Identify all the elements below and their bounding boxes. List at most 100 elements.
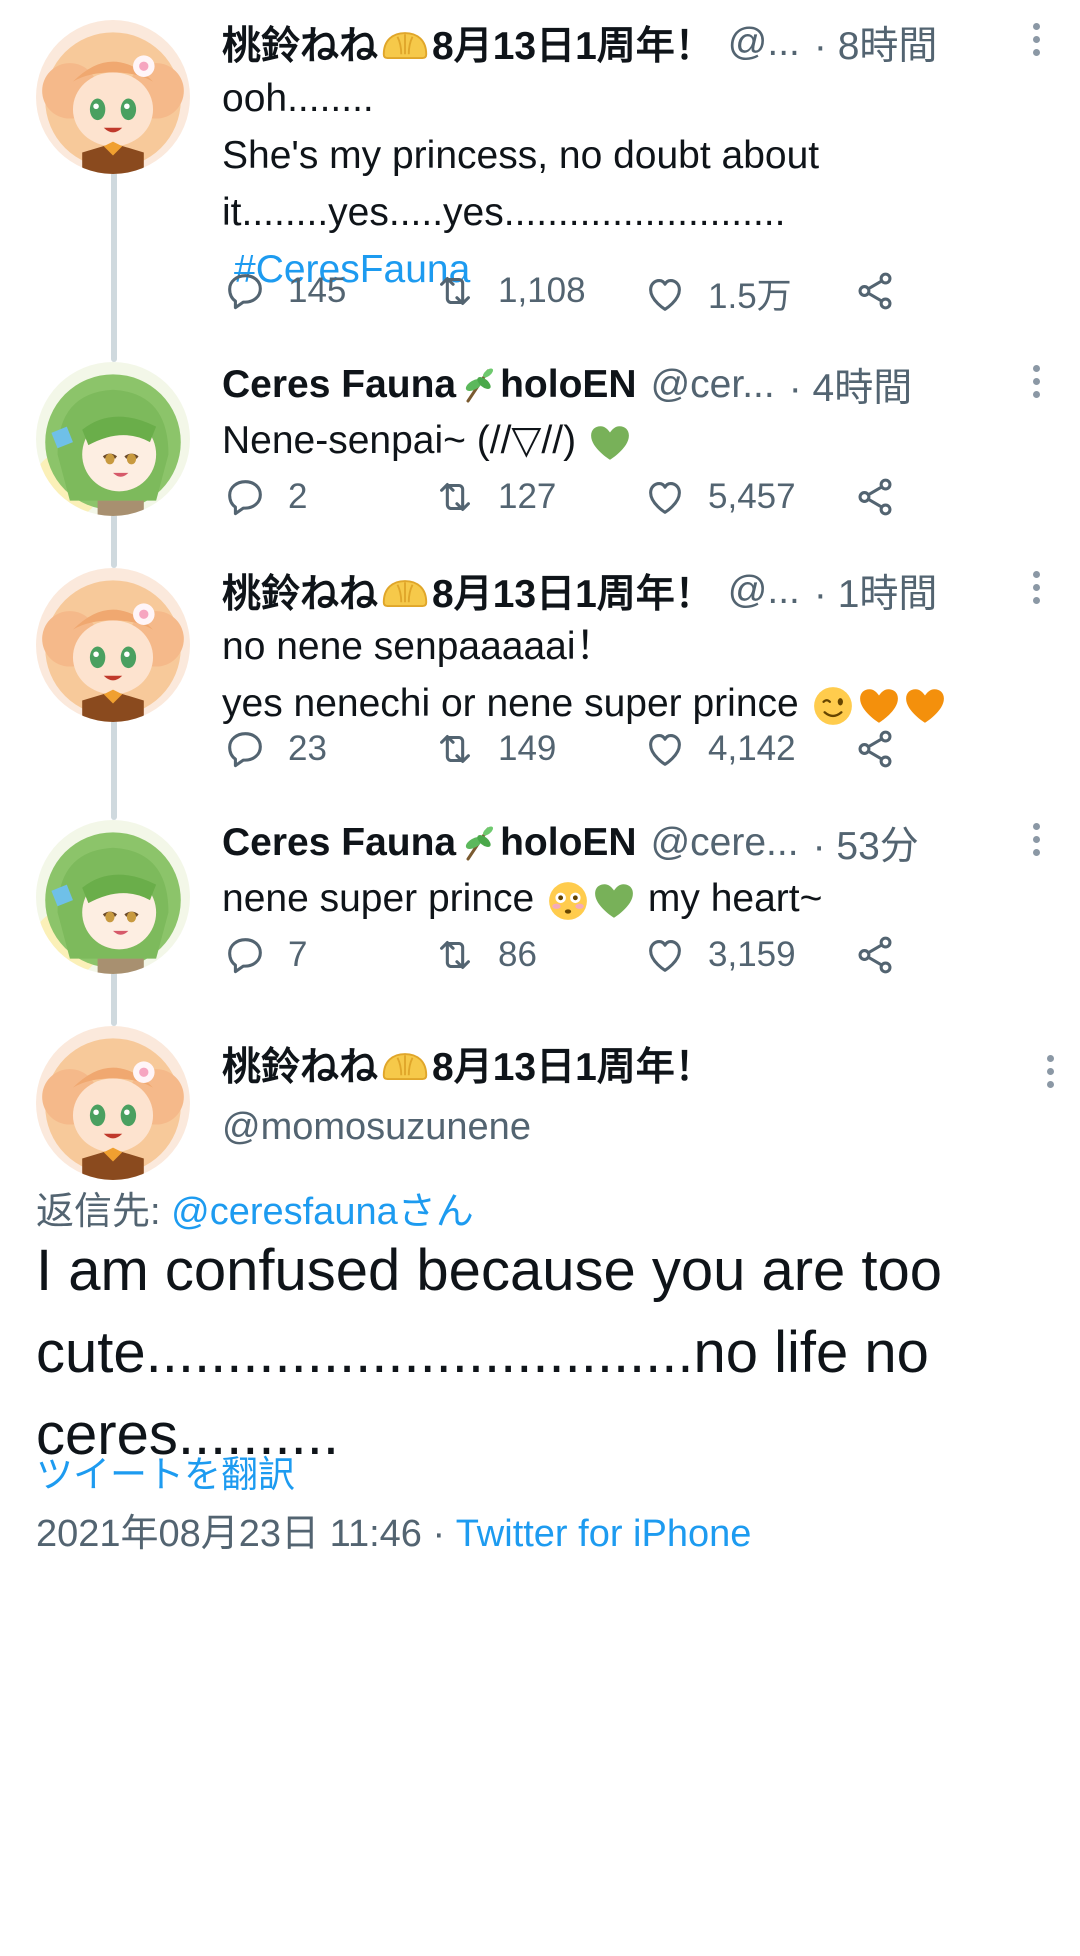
tweet-text: yes nenechi or nene super prince <box>222 682 799 725</box>
translate-link[interactable]: ツイートを翻訳 <box>36 1444 295 1498</box>
author-name[interactable]: Ceres Fauna <box>222 821 456 865</box>
reply-button[interactable]: 23 <box>222 726 327 772</box>
reply-icon <box>222 726 268 772</box>
sprout-emoji <box>458 823 498 863</box>
retweet-button[interactable]: 149 <box>432 726 556 772</box>
tweet-line: yes nenechi or nene super prince <box>222 675 1042 732</box>
author-handle[interactable]: @... <box>728 21 800 65</box>
retweet-icon <box>432 268 478 314</box>
avatar-nene[interactable] <box>36 1026 190 1180</box>
author-badge[interactable]: holoEN <box>500 363 636 407</box>
flushed-emoji <box>547 880 589 922</box>
like-button[interactable]: 4,142 <box>642 726 796 772</box>
reply-button[interactable]: 2 <box>222 474 307 520</box>
tweet-body: Nene-senpai~ (//▽//) <box>222 412 1042 469</box>
tweet-3[interactable]: 桃鈴ねね 8月13日1周年！ @... · 1時間 no nene senpaa… <box>222 564 1042 732</box>
reply-prefix: 返信先: <box>36 1191 161 1233</box>
retweet-button[interactable]: 1,108 <box>432 268 586 314</box>
orange-heart-emoji <box>904 687 946 725</box>
tweet-2[interactable]: Ceres Fauna holoEN @cer... · 4時間 Nene-se… <box>222 358 1042 469</box>
tweet-1[interactable]: 桃鈴ねね 8月13日1周年！ @... · 8時間 ooh........ Sh… <box>222 16 1042 298</box>
like-button[interactable]: 5,457 <box>642 474 796 520</box>
like-icon <box>642 726 688 772</box>
sprout-emoji <box>458 365 498 405</box>
reply-mention-link[interactable]: @ceresfaunaさん <box>171 1191 474 1233</box>
thread-connector-1 <box>111 156 117 362</box>
like-button[interactable]: 3,159 <box>642 932 796 978</box>
tweet-body: nene super prince my heart~ <box>222 870 1042 927</box>
more-icon[interactable] <box>1026 360 1046 410</box>
main-tweet-header: 桃鈴ねね 8月13日1周年！ @momosuzunene <box>222 1036 714 1149</box>
more-icon[interactable] <box>1026 18 1046 68</box>
author-handle[interactable]: @... <box>728 569 800 613</box>
retweet-button[interactable]: 127 <box>432 474 556 520</box>
author-name[interactable]: 桃鈴ねね <box>222 1036 378 1092</box>
author-badge[interactable]: 8月13日1周年！ <box>432 563 714 619</box>
share-icon <box>852 268 898 314</box>
green-heart-emoji <box>593 882 635 920</box>
orange-heart-emoji <box>858 687 900 725</box>
nikuman-emoji <box>380 572 430 610</box>
like-button[interactable]: 1.5万 <box>642 268 792 319</box>
main-tweet-text: I am confused because you are too cute..… <box>36 1238 943 1467</box>
share-button[interactable] <box>852 474 898 520</box>
author-badge[interactable]: 8月13日1周年！ <box>432 15 714 71</box>
tweet-body: ooh........ She's my princess, no doubt … <box>222 70 1042 298</box>
tweet-datetime[interactable]: 2021年08月23日 11:46 · <box>36 1513 445 1555</box>
reply-button[interactable]: 145 <box>222 268 346 314</box>
like-count: 5,457 <box>708 477 796 516</box>
author-name[interactable]: 桃鈴ねね <box>222 563 378 619</box>
tweet-source-link[interactable]: Twitter for iPhone <box>456 1513 752 1555</box>
tweet-4[interactable]: Ceres Fauna holoEN @cere... · 53分 nene s… <box>222 816 1042 927</box>
share-icon <box>852 474 898 520</box>
retweet-icon <box>432 932 478 978</box>
share-button[interactable] <box>852 726 898 772</box>
author-name[interactable]: Ceres Fauna <box>222 363 456 407</box>
tweet-line: it........yes.....yes...................… <box>222 191 786 234</box>
retweet-icon <box>432 474 478 520</box>
author-handle[interactable]: @cere... <box>651 821 799 865</box>
share-icon <box>852 932 898 978</box>
reply-count: 2 <box>288 477 308 516</box>
more-icon[interactable] <box>1026 566 1046 616</box>
timestamp[interactable]: · 8時間 <box>814 15 938 71</box>
retweet-count: 86 <box>498 935 537 974</box>
avatar-fauna[interactable] <box>36 820 190 974</box>
tweet-line: nene super prince my heart~ <box>222 870 1042 927</box>
author-handle[interactable]: @momosuzunene <box>222 1106 714 1149</box>
author-badge[interactable]: 8月13日1周年！ <box>432 1036 714 1092</box>
avatar-fauna[interactable] <box>36 362 190 516</box>
more-icon[interactable] <box>1040 1050 1060 1100</box>
tweet-body: no nene senpaaaaai！ yes nenechi or nene … <box>222 618 1042 732</box>
tweet-meta: 2021年08月23日 11:46 · Twitter for iPhone <box>36 1502 751 1557</box>
reply-count: 23 <box>288 729 327 768</box>
retweet-count: 127 <box>498 477 557 516</box>
more-icon[interactable] <box>1026 818 1046 868</box>
timestamp[interactable]: · 1時間 <box>814 563 938 619</box>
share-icon <box>852 726 898 772</box>
retweet-button[interactable]: 86 <box>432 932 537 978</box>
like-icon <box>642 271 688 317</box>
retweet-count: 149 <box>498 729 557 768</box>
share-button[interactable] <box>852 268 898 314</box>
like-count: 4,142 <box>708 729 796 768</box>
author-name[interactable]: 桃鈴ねね <box>222 15 378 71</box>
timestamp[interactable]: · 4時間 <box>789 357 913 413</box>
tweet-line: She's my princess, no doubt about <box>222 134 820 177</box>
reply-count: 7 <box>288 935 308 974</box>
avatar-nene[interactable] <box>36 568 190 722</box>
avatar-nene[interactable] <box>36 20 190 174</box>
retweet-icon <box>432 726 478 772</box>
like-count: 1.5万 <box>708 277 792 316</box>
wink-emoji <box>812 685 854 727</box>
reply-button[interactable]: 7 <box>222 932 307 978</box>
retweet-count: 1,108 <box>498 271 586 310</box>
tweet-line: ooh........ <box>222 77 374 120</box>
author-badge[interactable]: holoEN <box>500 821 636 865</box>
timestamp[interactable]: · 53分 <box>813 815 919 871</box>
share-button[interactable] <box>852 932 898 978</box>
tweet-text: Nene-senpai~ (//▽//) <box>222 419 577 462</box>
nikuman-emoji <box>380 24 430 62</box>
like-icon <box>642 474 688 520</box>
author-handle[interactable]: @cer... <box>651 363 775 407</box>
